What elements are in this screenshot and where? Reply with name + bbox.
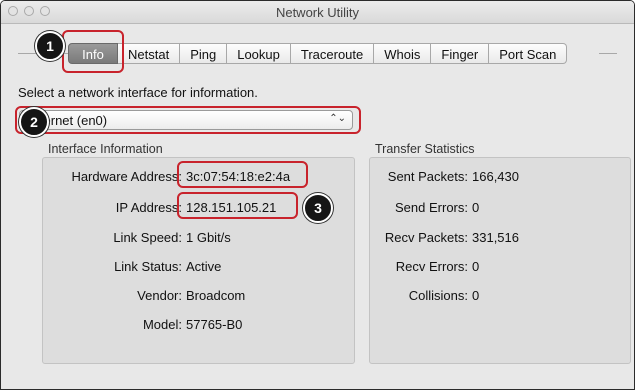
hardware-address-label: Hardware Address:: [71, 169, 182, 184]
tab-ping[interactable]: Ping: [180, 43, 228, 64]
model-label: Model:: [142, 317, 182, 332]
recv-errors-label: Recv Errors:: [395, 259, 468, 274]
highlight-interface-select: [15, 106, 361, 134]
recv-packets-value: 331,516: [472, 230, 519, 245]
tab-divider-right: [599, 53, 617, 54]
collisions-value: 0: [472, 288, 480, 303]
send-errors-label: Send Errors:: [395, 200, 468, 215]
tab-lookup[interactable]: Lookup: [227, 43, 291, 64]
recv-errors-value: 0: [472, 259, 480, 274]
tab-traceroute[interactable]: Traceroute: [290, 43, 375, 64]
link-status-label: Link Status:: [114, 259, 182, 274]
model-value: 57765-B0: [186, 317, 243, 332]
collisions-label: Collisions:: [408, 288, 468, 303]
link-status-value: Active: [186, 259, 222, 274]
interface-prompt: Select a network interface for informati…: [18, 85, 258, 100]
link-speed-value: 1 Gbit/s: [186, 230, 231, 245]
callout-badge-3: 3: [303, 193, 333, 223]
highlight-hardware-address: [177, 161, 308, 188]
sent-packets-label: Sent Packets:: [387, 169, 468, 184]
callout-badge-2: 2: [19, 107, 49, 137]
transfer-stats-title: Transfer Statistics: [375, 142, 475, 156]
tab-netstat[interactable]: Netstat: [118, 43, 181, 64]
highlight-ip-address: [177, 192, 298, 219]
network-utility-window: Network Utility Info Netstat Ping Lookup…: [0, 0, 635, 390]
callout-badge-1: 1: [35, 31, 65, 61]
window-title: Network Utility: [275, 5, 360, 20]
sent-packets-value: 166,430: [472, 169, 519, 184]
tab-finger[interactable]: Finger: [431, 43, 490, 64]
recv-packets-label: Recv Packets:: [384, 230, 468, 245]
title-bar: Network Utility: [1, 1, 634, 24]
vendor-value: Broadcom: [186, 288, 246, 303]
tab-port-scan[interactable]: Port Scan: [489, 43, 568, 64]
highlight-info-tab: [62, 30, 124, 73]
tab-whois[interactable]: Whois: [374, 43, 432, 64]
link-speed-label: Link Speed:: [113, 230, 182, 245]
tab-bar: Info Netstat Ping Lookup Traceroute Whoi…: [68, 43, 568, 64]
ip-address-label: IP Address:: [115, 200, 182, 215]
vendor-label: Vendor:: [137, 288, 182, 303]
send-errors-value: 0: [472, 200, 480, 215]
interface-info-title: Interface Information: [48, 142, 163, 156]
